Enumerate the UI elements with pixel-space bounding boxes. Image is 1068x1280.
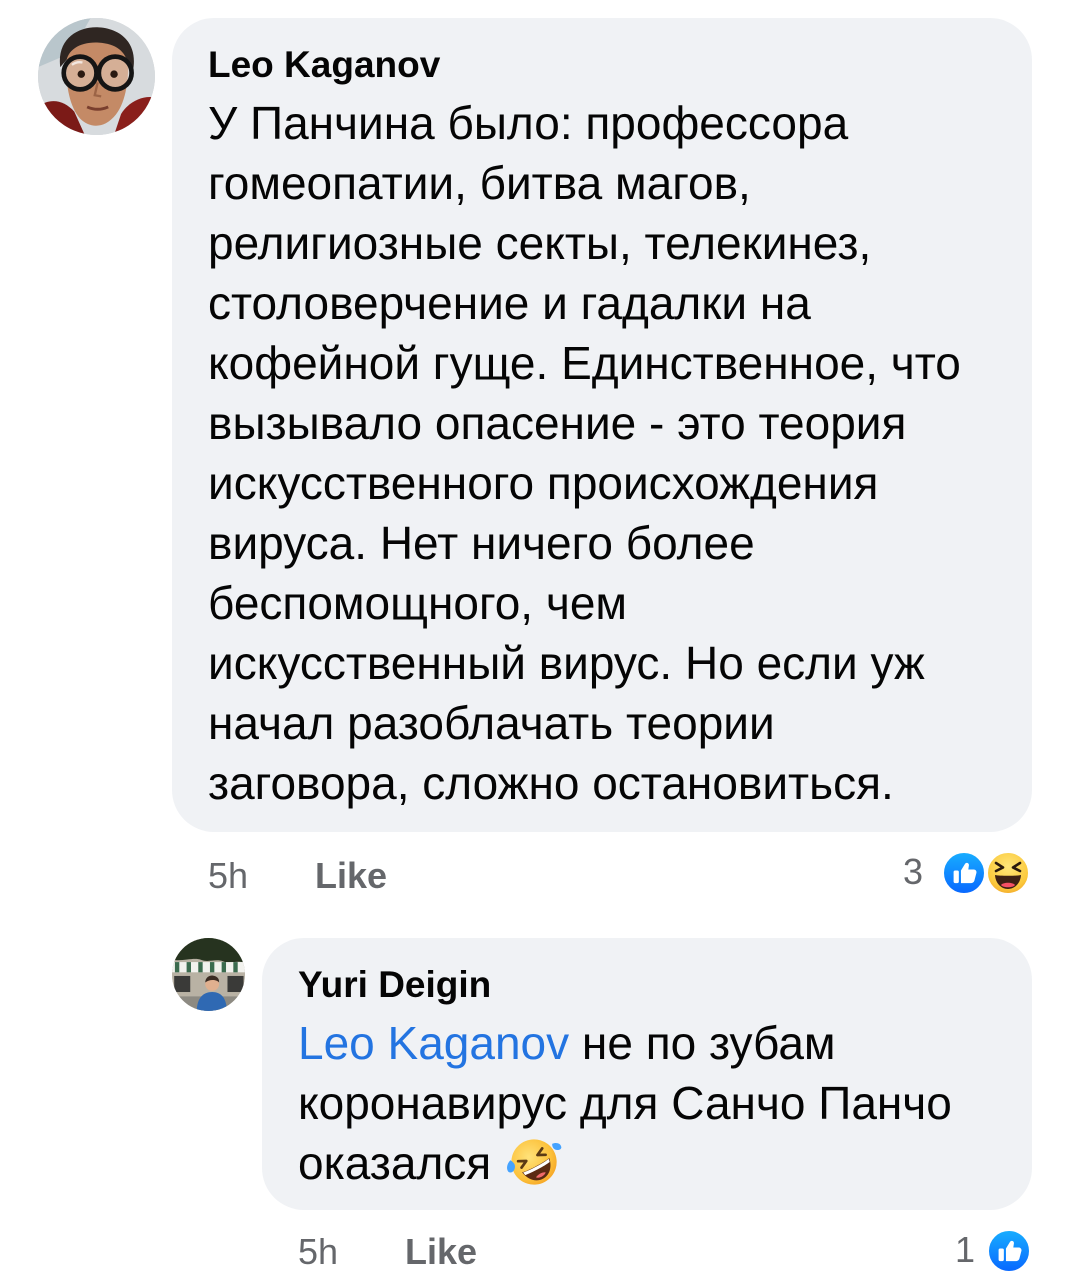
avatar-awning-stripe	[174, 962, 180, 973]
reaction-count: 3	[903, 851, 924, 892]
comment-text-line: кофейной гуще. Единственное, что	[208, 337, 961, 389]
mention-link[interactable]: Leo Kaganov	[298, 1017, 569, 1069]
comment-text-line: У Панчина было: профессора	[208, 97, 849, 149]
comment-text: не по зубам	[569, 1017, 836, 1069]
comment-author[interactable]: Leo Kaganov	[208, 45, 996, 85]
comment-text-line: заговора, сложно остановиться.	[208, 757, 894, 809]
reaction-count: 1	[955, 1229, 976, 1270]
avatar-eye-left	[77, 70, 86, 78]
like-icon-sleeve	[953, 870, 959, 884]
comment-text-line: оказался	[298, 1133, 996, 1193]
avatar-glasses-bridge	[94, 68, 101, 74]
comment-text-line: начал разоблачать теории	[208, 697, 775, 749]
comment-bubble: Leo Kaganov У Панчина было: профессора г…	[172, 18, 1032, 832]
avatar-photo	[172, 938, 245, 1011]
avatar-photo	[38, 18, 155, 135]
comment-text-line: столоверчение и гадалки на	[208, 277, 811, 329]
avatar-awning-stripe	[186, 962, 191, 973]
comment-text-line: искусственного происхождения	[208, 457, 879, 509]
like-icon	[985, 1227, 1033, 1275]
like-icon-graphic	[986, 1228, 1032, 1274]
comment-text-line: коронавирус для Санчо Панчо	[298, 1077, 952, 1129]
comment-text-line: беспомощного, чем	[208, 577, 628, 629]
avatar-eye-right	[110, 70, 118, 78]
comment-text-line: искусственный вирус. Но если уж	[208, 637, 925, 689]
rofl-face	[511, 1139, 557, 1185]
rofl-tear-right	[552, 1142, 562, 1151]
avatar-trees	[172, 938, 245, 963]
comment-timestamp[interactable]: 5h	[208, 852, 248, 900]
comment-text-line: вызывало опасение - это теория	[208, 397, 907, 449]
comment-text: оказался	[298, 1137, 492, 1189]
like-icon-graphic	[941, 850, 987, 896]
comment-timestamp[interactable]: 5h	[298, 1228, 338, 1276]
avatar-awning-stripe	[209, 962, 215, 973]
haha-icon	[984, 849, 1032, 897]
comment-author[interactable]: Yuri Deigin	[298, 965, 996, 1005]
avatar-awning-stripe	[233, 962, 238, 973]
avatar-awning-stripe	[198, 962, 203, 973]
comment-text-line: гомеопатии, битва магов,	[208, 157, 751, 209]
comment-text-line: религиозные секты, телекинез,	[208, 217, 872, 269]
rolling-on-floor-laughing-icon	[505, 1133, 563, 1191]
avatar-awning-stripe	[221, 962, 227, 973]
rolling-on-floor-laughing-graphic	[507, 1139, 562, 1185]
avatar-window	[227, 975, 244, 993]
avatar-window	[174, 975, 191, 993]
reaction-summary[interactable]: 1	[950, 1226, 1034, 1276]
avatar[interactable]	[38, 18, 155, 135]
reaction-summary[interactable]: 3	[900, 848, 1034, 898]
reply-bubble: Yuri Deigin Leo Kaganov не по зубам коро…	[262, 938, 1032, 1210]
haha-icon-graphic	[985, 850, 1031, 896]
avatar[interactable]	[172, 938, 245, 1011]
like-button[interactable]: Like	[315, 852, 387, 900]
like-icon	[940, 849, 988, 897]
comment-text-line: вируса. Нет ничего более	[208, 517, 755, 569]
like-icon-sleeve	[998, 1248, 1004, 1262]
like-button[interactable]: Like	[405, 1228, 477, 1276]
comment-text-line: Leo Kaganov не по зубам	[298, 1013, 996, 1073]
